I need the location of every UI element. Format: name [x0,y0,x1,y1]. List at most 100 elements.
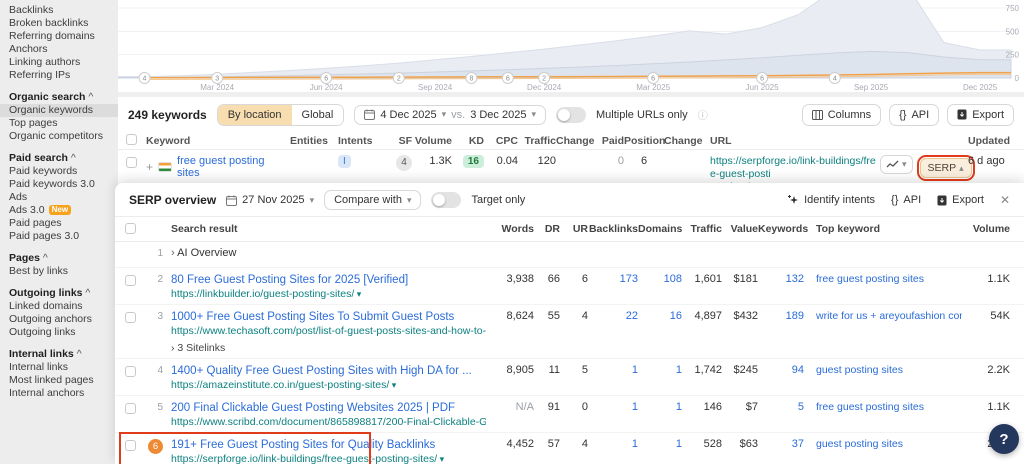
compare-with-button[interactable]: Compare with ▾ [324,190,422,210]
keywords-link[interactable]: 5 [758,401,804,413]
position-history-button[interactable]: ▾ [880,155,913,174]
sidebar-item-paid-keywords[interactable]: Paid keywords [0,165,118,178]
col-updated[interactable]: Updated [964,135,1016,147]
keyword-link[interactable]: free guest posting sites [177,155,290,179]
sidebar-group-header[interactable]: Outgoing links ^ [0,287,118,300]
col-position[interactable]: Position [624,135,665,147]
serp-select-all-checkbox[interactable] [125,223,136,234]
sidebar-item-organic-competitors[interactable]: Organic competitors [0,130,118,143]
api-button[interactable]: {} API [889,103,940,126]
col-sf[interactable]: SF [384,135,412,147]
chevron-down-icon[interactable]: ▾ [437,454,445,464]
col-search-result[interactable]: Search result [163,223,486,235]
identify-intents-button[interactable]: Identify intents [787,194,875,206]
columns-button[interactable]: Columns [801,103,882,126]
sidebar-item-internal-anchors[interactable]: Internal anchors [0,387,118,400]
serp-export-button[interactable]: Export [937,194,984,206]
sidebar-item-most-linked-pages[interactable]: Most linked pages [0,374,118,387]
target-only-toggle[interactable] [431,192,462,208]
serp-features-badge[interactable]: 4 [396,155,412,171]
keywords-link[interactable]: 37 [758,438,804,450]
domains-link[interactable]: 16 [638,310,682,322]
col-traffic[interactable]: Traffic [682,223,722,235]
col-keyword[interactable]: Keyword [146,135,290,147]
sidebar-group-header[interactable]: Paid search ^ [0,152,118,165]
result-title-link[interactable]: 1400+ Quality Free Guest Posting Sites w… [171,364,486,378]
col-change-2[interactable]: Change [664,135,703,147]
sidebar-item-ads[interactable]: Ads [0,191,118,204]
sidebar-item-best-by-links[interactable]: Best by links [0,265,118,278]
sidebar-item-paid-pages-3-0[interactable]: Paid pages 3.0 [0,230,118,243]
sidebar-item-anchors[interactable]: Anchors [0,43,118,56]
result-url-link[interactable]: https://www.techasoft.com/post/list-of-g… [171,325,486,337]
sidebar-item-top-pages[interactable]: Top pages [0,117,118,130]
top-keyword-link[interactable]: guest posting sites [804,438,962,450]
by-location-tab[interactable]: By location [217,104,292,125]
result-title-link[interactable]: 191+ Free Guest Posting Sites for Qualit… [171,438,486,452]
row-checkbox[interactable] [125,275,136,286]
sidebar-item-linking-authors[interactable]: Linking authors [0,56,118,69]
sidebar-group-header[interactable]: Internal links ^ [0,348,118,361]
result-title-link[interactable]: 200 Final Clickable Guest Posting Websit… [171,401,486,415]
add-icon[interactable]: + [146,160,153,174]
sidebar-item-paid-keywords-3-0[interactable]: Paid keywords 3.0 [0,178,118,191]
result-title-link[interactable]: 1000+ Free Guest Posting Sites To Submit… [171,310,486,324]
col-change[interactable]: Change [556,135,595,147]
row-checkbox[interactable] [125,440,136,451]
help-button[interactable]: ? [989,424,1019,454]
col-dr[interactable]: DR [534,223,560,235]
sidebar-group-header[interactable]: Pages ^ [0,252,118,265]
row-checkbox[interactable] [125,403,136,414]
backlinks-link[interactable]: 1 [588,401,638,413]
result-url-link[interactable]: https://www.scribd.com/document/86589881… [171,416,486,428]
serp-date-picker[interactable]: 27 Nov 2025 ▾ [226,194,314,206]
sidebar-item-paid-pages[interactable]: Paid pages [0,217,118,230]
result-url-link[interactable]: https://serpforge.io/link-buildings/free… [171,453,437,464]
backlinks-link[interactable]: 22 [588,310,638,322]
date-range-picker[interactable]: 4 Dec 2025 ▾ vs. 3 Dec 2025 ▾ [354,104,546,125]
col-volume[interactable]: Volume [412,135,452,147]
sidebar-item-referring-domains[interactable]: Referring domains [0,30,118,43]
col-volume[interactable]: Volume [962,223,1010,235]
top-keyword-link[interactable]: free guest posting sites [804,273,962,285]
col-backlinks[interactable]: Backlinks [588,223,638,235]
keywords-link[interactable]: 94 [758,364,804,376]
row-checkbox[interactable] [125,312,136,323]
col-url[interactable]: URL [700,135,880,147]
sidebar-item-referring-ips[interactable]: Referring IPs [0,69,118,82]
ai-overview-label[interactable]: AI Overview [177,247,236,259]
col-keywords[interactable]: Keywords [758,223,808,235]
sidebar-item-backlinks[interactable]: Backlinks [0,4,118,17]
top-keyword-link[interactable]: guest posting sites [804,364,962,376]
sidebar-item-internal-links[interactable]: Internal links [0,361,118,374]
chevron-down-icon[interactable]: ▾ [354,289,362,299]
chevron-down-icon[interactable]: ▾ [389,380,397,390]
col-intents[interactable]: Intents [338,135,384,147]
col-value[interactable]: Value [722,223,758,235]
top-keyword-link[interactable]: free guest posting sites [804,401,962,413]
col-entities[interactable]: Entities [290,135,338,147]
select-all-checkbox[interactable] [126,133,137,145]
export-button[interactable]: Export [947,103,1014,126]
global-tab[interactable]: Global [291,104,344,125]
sidebar-item-broken-backlinks[interactable]: Broken backlinks [0,17,118,30]
keywords-link[interactable]: 189 [758,310,804,322]
row-checkbox[interactable] [125,366,136,377]
col-ur[interactable]: UR [560,223,588,235]
col-words[interactable]: Words [486,223,534,235]
keywords-link[interactable]: 132 [758,273,804,285]
result-url-link[interactable]: https://serpforge.io/link-buildings/free… [710,155,876,180]
sidebar-item-organic-keywords[interactable]: Organic keywords [0,104,118,117]
top-keyword-link[interactable]: write for us + areyoufashion com [804,310,962,322]
domains-link[interactable]: 1 [638,364,682,376]
sidebar-item-outgoing-anchors[interactable]: Outgoing anchors [0,313,118,326]
result-url-link[interactable]: https://amazeinstitute.co.in/guest-posti… [171,379,389,391]
col-paid[interactable]: Paid [592,135,624,147]
sidebar-item-ads-3-0[interactable]: Ads 3.0 New [0,204,118,217]
backlinks-link[interactable]: 1 [588,364,638,376]
col-kd[interactable]: KD [452,135,484,147]
serp-api-button[interactable]: {} API [891,194,921,206]
backlinks-link[interactable]: 173 [588,273,638,285]
result-url-link[interactable]: https://linkbuilder.io/guest-posting-sit… [171,288,354,300]
result-title-link[interactable]: 80 Free Guest Posting Sites for 2025 [Ve… [171,273,486,287]
